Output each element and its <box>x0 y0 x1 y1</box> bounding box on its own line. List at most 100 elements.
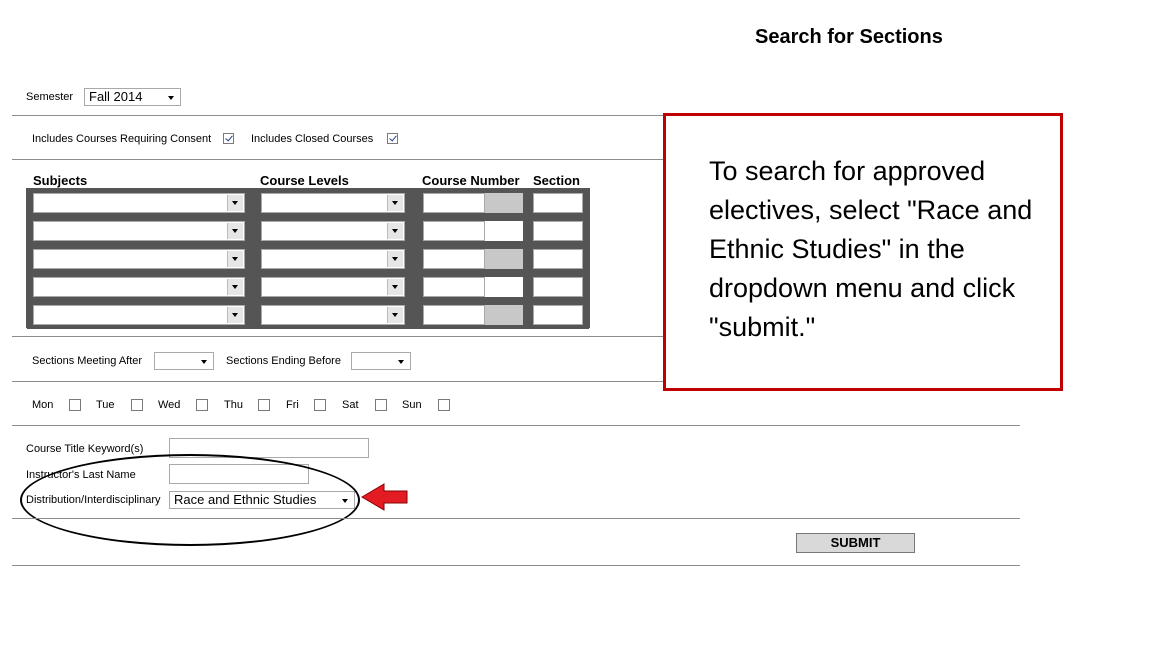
day-label-tue: Tue <box>96 399 115 411</box>
chevron-down-icon <box>227 251 243 267</box>
course-number-input[interactable] <box>423 305 485 325</box>
day-label-thu: Thu <box>224 399 243 411</box>
day-label-wed: Wed <box>158 399 181 411</box>
day-label-sun: Sun <box>402 399 422 411</box>
closed-courses-label: Includes Closed Courses <box>251 133 374 145</box>
subject-select[interactable] <box>33 277 245 297</box>
chevron-down-icon <box>227 223 243 239</box>
chevron-down-icon <box>387 195 403 211</box>
course-level-select[interactable] <box>261 305 405 325</box>
course-number-cell <box>417 217 527 245</box>
course-number-cell <box>417 273 527 301</box>
course-number-spacer <box>485 193 523 213</box>
divider <box>12 159 663 160</box>
course-number-spacer <box>485 277 523 297</box>
section-input[interactable] <box>533 249 583 269</box>
section-input[interactable] <box>533 193 583 213</box>
section-cell <box>527 245 589 273</box>
ending-before-select[interactable] <box>351 352 411 370</box>
semester-label: Semester <box>26 91 74 103</box>
chevron-down-icon <box>387 223 403 239</box>
section-input[interactable] <box>533 277 583 297</box>
divider <box>12 425 1020 426</box>
header-course-levels: Course Levels <box>260 173 349 188</box>
subject-select[interactable] <box>33 249 245 269</box>
closed-courses-checkbox[interactable] <box>387 133 398 144</box>
subject-cell <box>27 273 255 301</box>
day-label-mon: Mon <box>32 399 54 411</box>
subject-cell <box>27 217 255 245</box>
callout-text: To search for approved electives, select… <box>709 156 1033 342</box>
consent-checkbox[interactable] <box>223 133 234 144</box>
table-row <box>27 273 589 301</box>
course-level-select[interactable] <box>261 193 405 213</box>
page-title: Search for Sections <box>755 26 943 48</box>
day-label-sat: Sat <box>342 399 359 411</box>
chevron-down-icon <box>387 279 403 295</box>
level-cell <box>255 245 417 273</box>
table-row <box>27 189 589 217</box>
chevron-down-icon <box>227 195 243 211</box>
course-number-input[interactable] <box>423 277 485 297</box>
subject-cell <box>27 245 255 273</box>
consent-label: Includes Courses Requiring Consent <box>32 133 212 145</box>
chevron-down-icon <box>168 96 174 100</box>
submit-button[interactable]: SUBMIT <box>796 533 915 553</box>
table-row <box>27 245 589 273</box>
course-level-select[interactable] <box>261 221 405 241</box>
course-number-cell <box>417 301 527 329</box>
meeting-after-select[interactable] <box>154 352 214 370</box>
course-number-input[interactable] <box>423 249 485 269</box>
level-cell <box>255 189 417 217</box>
divider <box>12 336 663 337</box>
section-cell <box>527 189 589 217</box>
day-checkbox-tue[interactable] <box>131 399 143 411</box>
instruction-callout: To search for approved electives, select… <box>663 113 1063 391</box>
day-checkbox-sun[interactable] <box>438 399 450 411</box>
arrow-left-icon <box>361 483 408 511</box>
section-cell <box>527 301 589 329</box>
table-row <box>27 301 589 329</box>
table-row <box>27 217 589 245</box>
meeting-after-label: Sections Meeting After <box>32 355 143 367</box>
divider <box>12 115 663 116</box>
section-input[interactable] <box>533 221 583 241</box>
course-title-keyword-label: Course Title Keyword(s) <box>26 443 144 455</box>
course-number-spacer <box>485 249 523 269</box>
chevron-down-icon <box>387 251 403 267</box>
semester-select[interactable]: Fall 2014 <box>84 88 181 106</box>
course-number-input[interactable] <box>423 193 485 213</box>
subject-select[interactable] <box>33 193 245 213</box>
day-checkbox-thu[interactable] <box>258 399 270 411</box>
highlight-ellipse <box>20 454 360 546</box>
subject-cell <box>27 301 255 329</box>
course-level-select[interactable] <box>261 277 405 297</box>
section-input[interactable] <box>533 305 583 325</box>
divider <box>12 518 1020 519</box>
subject-cell <box>27 189 255 217</box>
level-cell <box>255 217 417 245</box>
course-number-spacer <box>485 305 523 325</box>
course-number-input[interactable] <box>423 221 485 241</box>
day-checkbox-wed[interactable] <box>196 399 208 411</box>
chevron-down-icon <box>398 360 404 364</box>
day-checkbox-fri[interactable] <box>314 399 326 411</box>
course-number-cell <box>417 245 527 273</box>
header-section: Section <box>533 173 580 188</box>
day-checkbox-mon[interactable] <box>69 399 81 411</box>
chevron-down-icon <box>227 279 243 295</box>
header-course-number: Course Number <box>422 173 520 188</box>
ending-before-label: Sections Ending Before <box>226 355 341 367</box>
section-cell <box>527 273 589 301</box>
header-subjects: Subjects <box>33 173 88 188</box>
level-cell <box>255 301 417 329</box>
divider <box>12 565 1020 566</box>
course-number-spacer <box>485 221 523 241</box>
chevron-down-icon <box>387 307 403 323</box>
subject-select[interactable] <box>33 305 245 325</box>
course-grid <box>26 188 590 329</box>
course-level-select[interactable] <box>261 249 405 269</box>
subject-select[interactable] <box>33 221 245 241</box>
day-checkbox-sat[interactable] <box>375 399 387 411</box>
semester-value: Fall 2014 <box>89 89 143 104</box>
